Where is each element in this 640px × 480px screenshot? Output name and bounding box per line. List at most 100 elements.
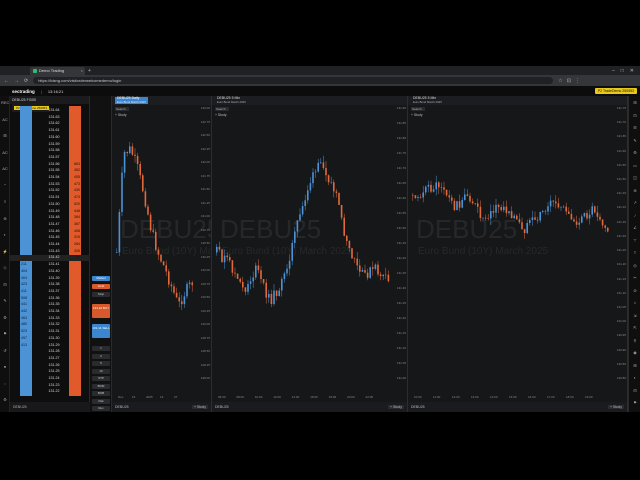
price-axis[interactable]: 131.75 131.70 131.65 131.60 131.55 131.50 131.… (611, 106, 627, 386)
drawing-tool-icon[interactable]: ⇲ (631, 313, 639, 319)
toolbar-icon[interactable]: ◐ (1, 232, 9, 238)
chart-pane[interactable]: DEBU25 Daily Euro Bund March 2025 Search + … (112, 96, 212, 412)
ladder-row[interactable]: 131.55 452 (10, 168, 90, 173)
reload-button[interactable]: ⟳ (24, 78, 28, 84)
toolbar-icon[interactable]: AC (1, 150, 9, 156)
ladder-row[interactable]: 131.51 474 (10, 195, 90, 200)
menu-icon[interactable]: ⋮ (575, 78, 580, 84)
ladder-row[interactable]: 131.56 663 (10, 162, 90, 167)
ladder-row[interactable]: 131.42 97 (10, 255, 90, 261)
quantity-button[interactable]: BOM (92, 383, 110, 389)
quantity-button[interactable]: BOB (92, 391, 110, 396)
ladder-row[interactable]: 131.27 (10, 356, 90, 361)
ladder-row[interactable]: 480 131.32 (10, 322, 90, 327)
chart-footer-symbol[interactable]: DEBU25 (215, 405, 229, 409)
ladder-row[interactable]: 131.59 (10, 142, 90, 147)
ladder-row[interactable]: 131.49 448 (10, 209, 90, 214)
footer-study-button[interactable]: + Study (608, 405, 624, 409)
quantity-button[interactable]: STP (92, 376, 110, 381)
toolbar-icon[interactable]: ✎ (1, 298, 9, 304)
drawing-tool-icon[interactable]: ⊤ (631, 238, 639, 244)
drawing-tool-icon[interactable]: ↗ (631, 200, 639, 206)
ladder-row[interactable]: 131.64 (10, 108, 90, 113)
quantity-button[interactable]: 10 (92, 368, 110, 374)
sell-button[interactable]: 131.41 SELL (92, 324, 110, 338)
footer-study-button[interactable]: + Study (388, 405, 404, 409)
drawing-tool-icon[interactable]: ⚑ (631, 400, 639, 406)
drawing-tool-icon[interactable]: ◐ (631, 375, 639, 381)
toolbar-icon[interactable]: ≡ (1, 199, 9, 205)
drawing-tool-icon[interactable]: ⇱ (631, 325, 639, 331)
toolbar-icon[interactable]: ⊟ (1, 282, 9, 288)
toolbar-icon[interactable]: ● (1, 364, 9, 370)
dom-symbol[interactable]: DEBU25 FGBS (12, 98, 36, 102)
toolbar-icon[interactable]: ⊞ (1, 133, 9, 139)
ladder-row[interactable]: 131.44 284 (10, 242, 90, 247)
forward-button[interactable]: → (14, 78, 19, 84)
toolbar-icon[interactable]: AC (1, 166, 9, 172)
toolbar-icon[interactable]: ⚙ (1, 397, 9, 403)
ladder-row[interactable]: 442 131.34 (10, 309, 90, 314)
ladder-row[interactable]: 131.53 473 (10, 182, 90, 187)
ladder-row[interactable]: 131.25 (10, 369, 90, 374)
chart-pane[interactable]: DEBU25 5 Min Euro Bund March 2025 Search + … (408, 96, 628, 412)
chart-footer-symbol[interactable]: DEBU25 (115, 405, 129, 409)
ladder-row[interactable]: 404 131.40 (10, 269, 90, 274)
toolbar-icon[interactable]: ⚑ (1, 331, 9, 337)
chart-footer-symbol[interactable]: DEBU25 (411, 405, 425, 409)
drawing-tool-icon[interactable]: ⊡ (631, 113, 639, 119)
ladder-row[interactable]: 523 131.31 (10, 329, 90, 334)
ladder-row[interactable]: 131.61 (10, 128, 90, 133)
ladder-row[interactable]: 411 131.37 (10, 289, 90, 294)
ladder-row[interactable]: 441 131.35 (10, 302, 90, 307)
drawing-tool-icon[interactable]: ✂ (631, 275, 639, 281)
drawing-tool-icon[interactable]: ◎ (631, 263, 639, 269)
ladder-row[interactable]: 131.60 (10, 135, 90, 140)
ladder-row[interactable]: 404 131.39 (10, 276, 90, 281)
quantity-button[interactable]: Rev (92, 406, 110, 411)
price-axis[interactable]: 131.90 131.85 131.80 131.75 131.70 131.65 131.… (391, 106, 407, 386)
drawing-tool-icon[interactable]: ⊟ (631, 388, 639, 394)
extensions-icon[interactable]: ⊡ (567, 78, 571, 84)
candlestick-chart[interactable] (212, 96, 392, 386)
browser-tab[interactable]: Demo Trading × (30, 66, 85, 75)
ladder-row[interactable]: 131.50 520 (10, 202, 90, 207)
ladder-row[interactable]: 131.62 (10, 121, 90, 126)
chart-pane[interactable]: DEBU25 5 Min Euro Bund March 2025 Search + … (212, 96, 408, 412)
drawing-tool-icon[interactable]: ∠ (631, 225, 639, 231)
toolbar-icon[interactable]: ◌ (1, 381, 9, 387)
drawing-tool-icon[interactable]: ⚙ (631, 150, 639, 156)
market-button[interactable]: Market (92, 276, 110, 281)
close-tab-icon[interactable]: × (81, 68, 83, 73)
quantity-button[interactable]: Flat (92, 398, 110, 404)
ladder-row[interactable]: 131.23 (10, 383, 90, 388)
quantity-button[interactable]: 2 (92, 353, 110, 359)
dom-footer-symbol[interactable]: DEBU25 (13, 405, 27, 409)
drawing-tool-icon[interactable]: ◉ (631, 350, 639, 356)
ladder-row[interactable]: 131.43 326 (10, 249, 90, 254)
ladder-row[interactable]: 131.45 315 (10, 235, 90, 240)
toolbar-icon[interactable]: ⌃ (1, 183, 9, 189)
drawing-tool-icon[interactable]: T (631, 250, 639, 256)
quantity-button[interactable]: 1 (92, 346, 110, 351)
drawing-tool-icon[interactable]: ◫ (631, 175, 639, 181)
drawing-tool-icon[interactable]: ⌂ (631, 300, 639, 306)
drawing-tool-icon[interactable]: ⊘ (631, 288, 639, 294)
limit-button[interactable]: Limit (92, 284, 110, 289)
buy-button[interactable]: 131.42 BUY (92, 304, 110, 318)
stop-button[interactable]: Stop (92, 292, 110, 297)
maximize-button[interactable]: □ (621, 68, 624, 74)
time-axis[interactable]: Dec 16 2025 13 27 (112, 395, 211, 400)
url-input[interactable]: https://tdsng.com/visitorderwelcomedemo/… (33, 77, 554, 84)
toolbar-icon[interactable]: ⚙ (1, 315, 9, 321)
toolbar-icon[interactable]: ⊕ (1, 216, 9, 222)
ladder-row[interactable]: 131.58 (10, 148, 90, 153)
ladder-row[interactable]: 211 131.41 (10, 262, 90, 267)
drawing-tool-icon[interactable]: ⊕ (631, 188, 639, 194)
ladder-row[interactable]: 131.54 405 (10, 175, 90, 180)
drawing-tool-icon[interactable]: ⊞ (631, 100, 639, 106)
drawing-tool-icon[interactable]: ▭ (631, 163, 639, 169)
bookmark-icon[interactable]: ☆ (558, 78, 562, 84)
ladder-row[interactable]: 508 131.36 (10, 296, 90, 301)
drawing-tool-icon[interactable]: ⊞ (631, 363, 639, 369)
